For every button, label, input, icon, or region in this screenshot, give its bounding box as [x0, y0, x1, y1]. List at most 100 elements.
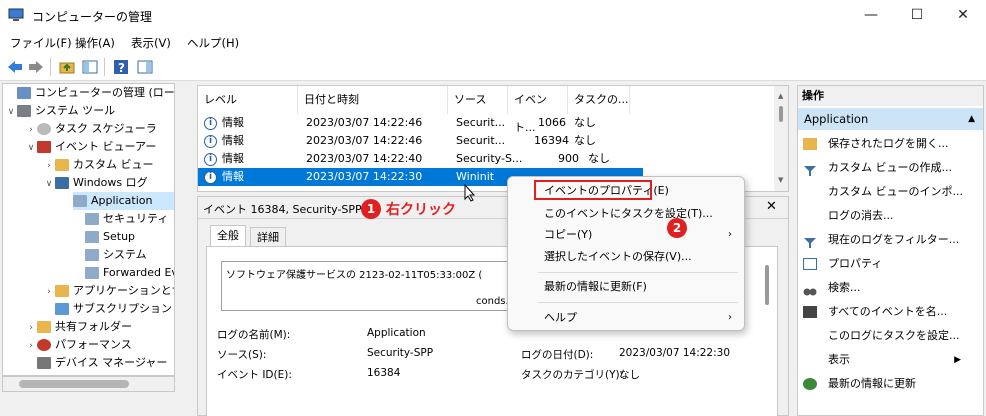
logged-value: 2023/03/07 14:22:30	[619, 347, 731, 359]
chevron-right-icon[interactable]: ›	[43, 283, 55, 301]
description-scrollbar-thumb[interactable]	[765, 265, 769, 305]
tree-item-setup[interactable]: Setup	[85, 228, 135, 246]
actions-section-application[interactable]: Application ▲	[798, 108, 983, 130]
column-header-task-category[interactable]: タスクの...	[568, 86, 630, 114]
chevron-right-icon[interactable]: ›	[25, 121, 37, 139]
tree-item-shared-folders[interactable]: › 共有フォルダー	[25, 318, 132, 336]
list-vertical-scrollbar[interactable]: ▲ ▼	[774, 86, 788, 191]
tab-details[interactable]: 詳細	[250, 227, 286, 247]
chevron-right-icon: ›	[728, 229, 732, 240]
tree-item-subscriptions[interactable]: サブスクリプション	[55, 300, 172, 318]
column-header-event-id[interactable]: イベント...	[508, 86, 568, 134]
tree-item-system-tools[interactable]: ∨ システム ツール	[5, 102, 115, 120]
scroll-down-icon[interactable]: ▼	[778, 176, 783, 184]
chevron-right-icon[interactable]: ›	[25, 337, 37, 355]
collapse-up-icon[interactable]: ▲	[968, 108, 975, 130]
detail-title: イベント 16384, Security-SPP	[203, 203, 362, 216]
log-icon	[85, 213, 99, 225]
tree-item-system[interactable]: システム	[85, 246, 147, 264]
tree-item-task-scheduler[interactable]: › タスク スケジューラ	[25, 120, 157, 138]
ctx-separator	[538, 272, 738, 273]
forward-icon[interactable]	[27, 58, 45, 76]
ctx-attach-task[interactable]: このイベントにタスクを設定(T)...	[508, 203, 744, 225]
ctx-separator	[538, 302, 738, 303]
action-view[interactable]: 表示 ▶	[798, 348, 983, 372]
scrollbar-thumb[interactable]	[779, 106, 783, 122]
action-create-custom-view[interactable]: カスタム ビューの作成...	[798, 156, 983, 180]
tree-item-application[interactable]: Application	[73, 192, 174, 210]
menu-file[interactable]: ファイル(F)	[10, 35, 72, 51]
folder-icon	[55, 285, 69, 297]
chevron-down-icon[interactable]: ∨	[5, 103, 17, 121]
action-open-saved-log[interactable]: 保存されたログを開く...	[798, 132, 983, 156]
tree-item-computer-management[interactable]: コンピューターの管理 (ローカル)	[5, 84, 175, 102]
event-id-value: 16384	[367, 367, 401, 379]
tree-item-windows-logs[interactable]: ∨ Windows ログ	[43, 174, 148, 192]
toolbar: ?	[0, 53, 986, 81]
table-row[interactable]: i 情報 2023/03/07 14:22:40 Security-S... 9…	[198, 150, 776, 168]
tree-item-custom-views[interactable]: › カスタム ビュー	[43, 156, 154, 174]
action-filter-current-log[interactable]: 現在のログをフィルター...	[798, 228, 983, 252]
ctx-save-selected[interactable]: 選択したイベントの保存(V)...	[508, 246, 744, 268]
close-button[interactable]: ✕	[940, 0, 986, 31]
scrollbar-thumb[interactable]	[19, 380, 129, 388]
tab-general[interactable]: 全般	[210, 225, 246, 247]
tree-item-forwarded-events[interactable]: Forwarded Ev	[85, 264, 174, 282]
tree-item-apps-services[interactable]: › アプリケーションとサ	[43, 282, 174, 301]
tree-item-event-viewer[interactable]: ∨ イベント ビューアー	[25, 138, 156, 156]
filter-icon	[803, 234, 817, 248]
tree-item-security[interactable]: セキュリティ	[85, 210, 168, 228]
chevron-right-icon[interactable]: ›	[43, 157, 55, 175]
chevron-right-icon[interactable]: ›	[25, 319, 37, 337]
help-icon[interactable]: ?	[112, 58, 130, 76]
chevron-down-icon[interactable]: ∨	[43, 175, 55, 193]
close-detail-icon[interactable]: ✕	[766, 199, 777, 214]
table-row[interactable]: i 情報 2023/03/07 14:22:46 Securit... 1639…	[198, 132, 776, 150]
ctx-copy[interactable]: コピー(Y) ›	[508, 224, 744, 246]
action-properties[interactable]: プロパティ	[798, 252, 983, 276]
menu-help[interactable]: ヘルプ(H)	[187, 35, 239, 51]
minimize-button[interactable]: —	[848, 0, 894, 31]
up-folder-icon[interactable]	[58, 58, 76, 76]
action-refresh[interactable]: 最新の情報に更新	[798, 372, 983, 396]
action-attach-task-to-log[interactable]: このログにタスクを設定...	[798, 324, 983, 348]
tree-item-label: Setup	[103, 230, 136, 243]
ctx-help[interactable]: ヘルプ ›	[508, 307, 744, 329]
action-label: 検索...	[828, 281, 861, 294]
tree-item-label: コンピューターの管理 (ローカル)	[35, 86, 175, 99]
cell-date: 2023/03/07 14:22:30	[306, 170, 423, 183]
column-header-level[interactable]: レベル	[198, 86, 298, 114]
action-label: カスタム ビューのインポ...	[828, 185, 963, 198]
cell-level: 情報	[222, 170, 244, 183]
cell-task: なし	[574, 134, 596, 147]
action-label: 保存されたログを開く...	[828, 137, 949, 150]
ctx-label: コピー(Y)	[544, 228, 593, 241]
chevron-down-icon[interactable]: ∨	[25, 139, 37, 157]
ctx-refresh[interactable]: 最新の情報に更新(F)	[508, 276, 744, 298]
action-import-custom-view[interactable]: カスタム ビューのインポ...	[798, 180, 983, 204]
action-label: プロパティ	[828, 257, 883, 270]
logged-label: ログの日付(D):	[521, 349, 594, 361]
maximize-button[interactable]: ☐	[894, 0, 940, 31]
back-icon[interactable]	[6, 58, 24, 76]
menu-action[interactable]: 操作(A)	[75, 35, 115, 51]
column-header-date[interactable]: 日付と時刻	[298, 86, 448, 114]
ctx-label: このイベントにタスクを設定(T)...	[544, 207, 713, 220]
tree-item-performance[interactable]: › パフォーマンス	[25, 336, 132, 354]
menu-view[interactable]: 表示(V)	[131, 35, 171, 51]
log-name-value: Application	[367, 327, 426, 339]
computer-icon	[17, 87, 31, 99]
action-clear-log[interactable]: ログの消去...	[798, 204, 983, 228]
tree-item-label: パフォーマンス	[55, 338, 132, 351]
show-hide-tree-icon[interactable]	[81, 58, 99, 76]
action-label: 表示	[828, 353, 850, 366]
tree-horizontal-scrollbar[interactable]	[2, 376, 175, 392]
column-header-source[interactable]: ソース	[448, 86, 508, 114]
tree-item-device-manager[interactable]: デバイス マネージャー	[37, 354, 167, 372]
table-row[interactable]: i 情報 2023/03/07 14:22:46 Securit... 1066…	[198, 114, 776, 132]
action-save-all-events[interactable]: すべてのイベントを名...	[798, 300, 983, 324]
navigation-tree: コンピューターの管理 (ローカル) ∨システム ツール ›タスク スケジューラ …	[2, 83, 175, 376]
scroll-up-icon[interactable]: ▲	[778, 92, 783, 100]
action-find[interactable]: 検索...	[798, 276, 983, 300]
show-action-pane-icon[interactable]	[136, 58, 154, 76]
